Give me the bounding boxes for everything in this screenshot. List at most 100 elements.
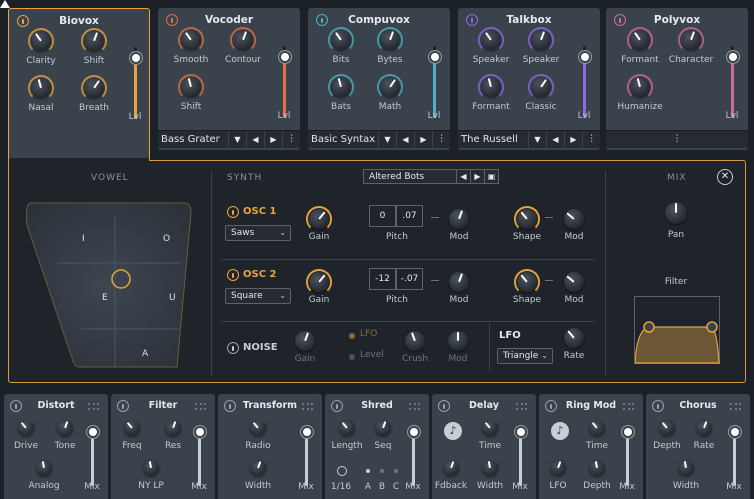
effect-transform[interactable]: Transform Radio Width Mix	[218, 394, 322, 499]
pitch-fine[interactable]: .07	[396, 205, 423, 227]
caret-down-icon[interactable]: ▼	[528, 130, 546, 149]
slider-thumb[interactable]	[193, 426, 206, 438]
slider-thumb[interactable]	[728, 426, 741, 438]
caret-down-icon[interactable]: ▼	[378, 130, 396, 149]
knob-width[interactable]	[482, 460, 498, 476]
slider-thumb[interactable]	[300, 426, 313, 438]
knob-time[interactable]	[482, 420, 498, 436]
pan-knob[interactable]	[665, 202, 687, 224]
mix-slider[interactable]	[300, 426, 313, 486]
level-radio[interactable]	[349, 354, 355, 360]
knob-bytes[interactable]	[380, 30, 400, 50]
knob-nasal[interactable]	[31, 78, 51, 98]
knob-formant[interactable]	[630, 30, 650, 50]
sliders-icon[interactable]: ⫶	[582, 130, 600, 149]
shape-knob[interactable]	[517, 272, 537, 292]
drag-handle-icon[interactable]	[730, 403, 742, 411]
mix-slider[interactable]	[514, 426, 527, 486]
module-vocoder[interactable]: Vocoder Smooth Contour Shift Lvl Bass Grater ▼…	[158, 8, 300, 150]
module-talkbox[interactable]: Talkbox Speaker Speaker Formant Classic Lvl Th…	[458, 8, 600, 150]
sliders-icon[interactable]: ⫶	[668, 131, 686, 149]
drag-handle-icon[interactable]	[409, 403, 421, 411]
sliders-icon[interactable]: ⫶	[432, 130, 450, 149]
pitch-coarse[interactable]: -12	[369, 268, 396, 290]
knob-tone[interactable]	[57, 420, 73, 436]
knob-radio[interactable]	[250, 420, 266, 436]
knob-bits[interactable]	[331, 30, 351, 50]
drag-handle-icon[interactable]	[88, 403, 100, 411]
mix-slider[interactable]	[728, 426, 741, 486]
slider-thumb[interactable]	[621, 426, 634, 438]
knob-ny-lp[interactable]	[143, 460, 159, 476]
gain-knob[interactable]	[309, 209, 329, 229]
noise-mod-knob[interactable]	[448, 331, 468, 351]
slider-thumb[interactable]	[278, 50, 291, 63]
slider-thumb[interactable]	[514, 426, 527, 438]
knob-classic[interactable]	[531, 77, 551, 97]
slider-thumb[interactable]	[129, 51, 142, 64]
knob-fdback[interactable]	[443, 460, 459, 476]
knob-shift[interactable]	[181, 77, 201, 97]
knob-speaker[interactable]	[481, 30, 501, 50]
preset-name[interactable]: Basic Syntax	[308, 134, 378, 145]
synth-preset-selector[interactable]: Altered Bots ◀ ▶ ▣	[363, 169, 499, 184]
power-icon[interactable]	[227, 206, 239, 218]
module-polyvox[interactable]: Polyvox Formant Character Humanize Lvl ⫶	[606, 8, 748, 150]
mix-slider[interactable]	[407, 426, 420, 486]
crush-knob[interactable]	[405, 331, 425, 351]
power-icon[interactable]	[227, 269, 239, 281]
pattern-dot[interactable]	[394, 469, 398, 473]
prev-icon[interactable]: ◀	[246, 130, 264, 149]
sliders-icon[interactable]: ⫶	[282, 130, 300, 149]
knob-humanize[interactable]	[630, 77, 650, 97]
effect-shred[interactable]: Shred Length Seq 1/16 A B C Mix	[325, 394, 429, 499]
knob-rate[interactable]	[696, 420, 712, 436]
level-slider[interactable]	[129, 47, 142, 119]
mod-knob[interactable]	[449, 209, 469, 229]
effect-filter[interactable]: Filter Freq Res NY LP Mix	[111, 394, 215, 499]
mod-knob[interactable]	[449, 272, 469, 292]
mix-slider[interactable]	[193, 426, 206, 486]
prev-icon[interactable]: ◀	[456, 170, 470, 183]
slider-thumb[interactable]	[428, 50, 441, 63]
effect-delay[interactable]: Delay Time Fdback Width ♪ Mix	[432, 394, 536, 499]
pitch-fine[interactable]: -.07	[396, 268, 423, 290]
noise-gain-knob[interactable]	[295, 331, 315, 351]
gain-knob[interactable]	[309, 272, 329, 292]
mix-slider[interactable]	[86, 426, 99, 486]
next-icon[interactable]: ▶	[414, 130, 432, 149]
knob-depth[interactable]	[659, 420, 675, 436]
mod-knob[interactable]	[564, 272, 584, 292]
note-sync-icon[interactable]: ♪	[444, 422, 462, 440]
next-icon[interactable]: ▶	[264, 130, 282, 149]
knob-math[interactable]	[380, 77, 400, 97]
drag-handle-icon[interactable]	[623, 403, 635, 411]
knob-formant[interactable]	[481, 77, 501, 97]
level-slider[interactable]	[428, 46, 441, 118]
slider-thumb[interactable]	[726, 50, 739, 63]
lfo-rate-knob[interactable]	[564, 328, 584, 348]
knob-breath[interactable]	[84, 78, 104, 98]
knob-shift[interactable]	[84, 31, 104, 51]
drag-handle-icon[interactable]	[195, 403, 207, 411]
knob-seq[interactable]	[375, 420, 391, 436]
knob-smooth[interactable]	[181, 30, 201, 50]
knob-lfo[interactable]	[550, 460, 566, 476]
slider-thumb[interactable]	[578, 50, 591, 63]
knob-contour[interactable]	[233, 30, 253, 50]
filter-graph[interactable]	[634, 296, 720, 364]
knob-time[interactable]	[589, 420, 605, 436]
pitch-coarse[interactable]: 0	[369, 205, 396, 227]
lfo-radio[interactable]	[349, 333, 355, 339]
mix-slider[interactable]	[621, 426, 634, 486]
level-slider[interactable]	[578, 46, 591, 118]
preset-name[interactable]: The Russell	[458, 134, 528, 145]
lfo-wave-dropdown[interactable]: Triangle ⌄	[497, 348, 553, 364]
preset-name[interactable]: Bass Grater	[158, 134, 228, 145]
save-icon[interactable]: ▣	[484, 170, 498, 183]
division-icon[interactable]	[337, 466, 347, 476]
knob-width[interactable]	[250, 460, 266, 476]
osc2-wave-dropdown[interactable]: Square ⌄	[225, 288, 291, 304]
osc1-wave-dropdown[interactable]: Saws ⌄	[225, 225, 291, 241]
power-icon[interactable]	[227, 342, 239, 354]
